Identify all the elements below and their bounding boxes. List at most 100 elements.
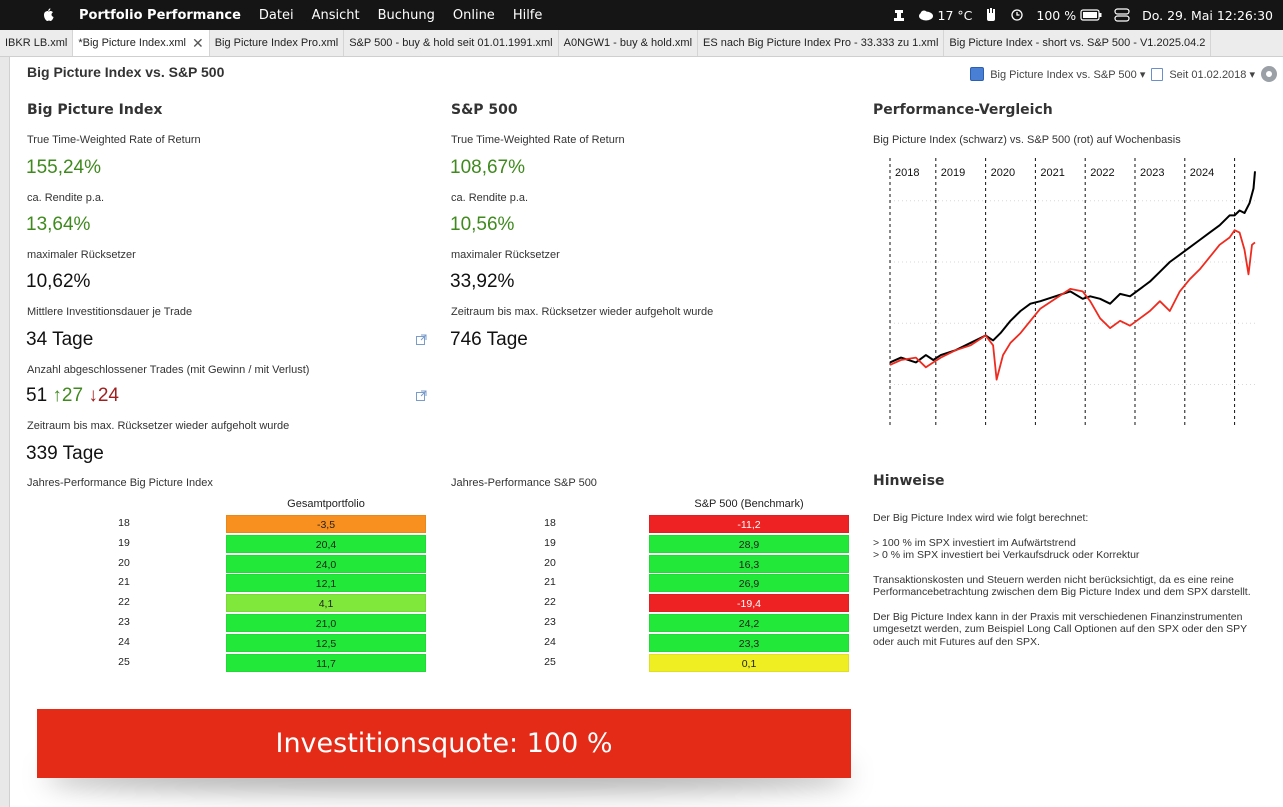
table-year: 23	[544, 616, 556, 628]
battery-icon	[1080, 9, 1102, 21]
tab-es-nach-big-picture[interactable]: ES nach Big Picture Index Pro - 33.333 z…	[698, 30, 945, 56]
table-header: S&P 500 (Benchmark)	[694, 498, 804, 510]
ttwror-label: True Time-Weighted Rate of Return	[27, 134, 201, 146]
notes-text: Der Big Picture Index wird wie folgt ber…	[873, 512, 1253, 660]
tab-big-picture-index[interactable]: *Big Picture Index.xml ✕	[73, 30, 210, 56]
performance-heading: Performance-Vergleich	[873, 102, 1053, 118]
history-icon[interactable]	[1010, 8, 1024, 22]
gear-icon[interactable]	[1261, 66, 1277, 82]
tab-label: *Big Picture Index.xml	[78, 37, 186, 49]
view-name: Big Picture Index vs. S&P 500	[990, 68, 1137, 81]
table-cell: 12,5	[226, 633, 426, 652]
menu-online[interactable]: Online	[453, 8, 495, 23]
investment-quota-banner: Investitionsquote: 100 %	[37, 709, 851, 778]
table-cell: 4,1	[226, 594, 426, 613]
table-year: 19	[118, 536, 130, 549]
tab-sp500-buy-hold[interactable]: S&P 500 - buy & hold seit 01.01.1991.xml	[344, 30, 559, 56]
tab-big-picture-index-pro[interactable]: Big Picture Index Pro.xml	[210, 30, 345, 56]
sp-ttwror-value: 108,67%	[450, 157, 526, 178]
table-year: 25	[544, 655, 556, 668]
table-cell: 11,7	[226, 653, 426, 672]
tab-label: Big Picture Index - short vs. S&P 500 - …	[949, 37, 1206, 49]
trades-loss: ↓24	[88, 385, 119, 406]
external-link-icon[interactable]	[416, 390, 427, 401]
document-icon[interactable]	[1151, 67, 1164, 81]
menu-ansicht[interactable]: Ansicht	[312, 8, 360, 23]
notes-heading: Hinweise	[873, 473, 945, 489]
big-picture-heading: Big Picture Index	[27, 102, 163, 118]
external-link-icon[interactable]	[416, 334, 427, 345]
sp-rendite-value: 10,56%	[450, 214, 515, 235]
big-picture-index-line	[889, 171, 1256, 364]
document-tab-bar: IBKR LB.xml *Big Picture Index.xml ✕ Big …	[0, 30, 1283, 57]
yearly-table-mid-title: Jahres-Performance S&P 500	[451, 477, 597, 489]
menu-hilfe[interactable]: Hilfe	[513, 8, 543, 23]
drawdown-value: 10,62%	[26, 271, 91, 292]
table-year: 25	[118, 655, 130, 668]
table-year: 20	[118, 556, 130, 569]
clock[interactable]: Do. 29. Mai 12:26:30	[1142, 8, 1273, 23]
chess-icon[interactable]	[892, 8, 906, 22]
tab-a0ngw1[interactable]: A0NGW1 - buy & hold.xml	[559, 30, 699, 56]
yearly-performance-table-left: Gesamtportfolio 18 -3,5 19 20,4 20 24,0 21 12,1…	[100, 498, 430, 673]
table-cell: -3,5	[226, 515, 426, 533]
view-selector[interactable]: Big Picture Index vs. S&P 500 ▾	[990, 68, 1145, 81]
year-label: 2018	[895, 167, 919, 179]
dashboard-icon[interactable]	[970, 67, 985, 81]
year-label: 2024	[1190, 167, 1214, 179]
table-cell: 20,4	[226, 534, 426, 553]
table-year: 19	[544, 536, 556, 549]
year-label: 2019	[941, 167, 965, 179]
close-icon[interactable]: ✕	[192, 35, 204, 52]
tab-ibkr-lb[interactable]: IBKR LB.xml	[0, 30, 74, 56]
menubar: Portfolio Performance Datei Ansicht Buch…	[0, 0, 1283, 30]
table-year: 24	[118, 635, 130, 648]
sp-ttwror-label: True Time-Weighted Rate of Return	[451, 134, 625, 146]
year-label: 2020	[991, 167, 1015, 179]
menubar-status-area: 17 °C 100 % Do. 29. Mai 12:26:30	[892, 0, 1273, 30]
trades-value: 51 ↑27 ↓24	[26, 385, 119, 407]
hand-icon[interactable]	[984, 8, 998, 22]
notes-paragraph: > 100 % im SPX investiert im Aufwärtstre…	[873, 537, 1253, 562]
table-cell: -19,4	[649, 594, 849, 613]
table-cell: 12,1	[226, 574, 426, 593]
tab-big-picture-short[interactable]: Big Picture Index - short vs. S&P 500 - …	[944, 30, 1212, 56]
year-label: 2021	[1040, 167, 1064, 179]
rendite-value: 13,64%	[26, 214, 91, 235]
weather-status[interactable]: 17 °C	[918, 7, 973, 23]
yearly-table-left-title: Jahres-Performance Big Picture Index	[27, 477, 213, 489]
recovery-label: Zeitraum bis max. Rücksetzer wieder aufg…	[27, 420, 290, 432]
sp500-line	[889, 229, 1256, 381]
yearly-performance-table-mid: S&P 500 (Benchmark) 18 -11,2 19 28,9 20 16,3 2…	[526, 498, 856, 673]
rendite-label: ca. Rendite p.a.	[27, 192, 105, 204]
apple-icon[interactable]	[37, 8, 59, 22]
duration-label: Mittlere Investitionsdauer je Trade	[27, 306, 193, 318]
sp-recovery-label: Zeitraum bis max. Rücksetzer wieder aufg…	[451, 306, 714, 318]
app-name-menu[interactable]: Portfolio Performance	[79, 8, 241, 23]
table-year: 18	[544, 517, 556, 529]
table-year: 22	[544, 596, 556, 609]
sp-drawdown-value: 33,92%	[450, 271, 515, 292]
battery-status[interactable]: 100 %	[1036, 8, 1102, 23]
view-toolbar: Big Picture Index vs. S&P 500 ▾ Seit 01.…	[970, 64, 1277, 84]
menu-buchung[interactable]: Buchung	[378, 8, 435, 23]
table-cell: 24,2	[649, 614, 849, 632]
ttwror-value: 155,24%	[26, 157, 102, 178]
performance-chart[interactable]: 2018 2019 2020 2021 2022 2023 2024	[873, 154, 1273, 429]
table-year: 20	[544, 556, 556, 569]
trades-label: Anzahl abgeschlossener Trades (mit Gewin…	[27, 364, 310, 376]
table-cell: -11,2	[649, 515, 849, 533]
weather-label: 17 °C	[937, 7, 973, 23]
table-cell: 0,1	[649, 653, 849, 672]
notes-line: > 0 % im SPX investiert bei Verkaufsdruc…	[873, 549, 1140, 561]
control-center-icon[interactable]	[1114, 8, 1130, 22]
drawdown-label: maximaler Rücksetzer	[27, 249, 136, 261]
trades-total: 51	[26, 385, 48, 406]
side-strip	[0, 57, 10, 807]
menu-datei[interactable]: Datei	[259, 8, 294, 23]
table-cell: 28,9	[649, 534, 849, 553]
table-year: 24	[544, 635, 556, 648]
sp-recovery-value: 746 Tage	[450, 329, 528, 350]
period-selector[interactable]: Seit 01.02.2018 ▾	[1169, 68, 1255, 81]
period-label: Seit 01.02.2018	[1169, 68, 1247, 81]
